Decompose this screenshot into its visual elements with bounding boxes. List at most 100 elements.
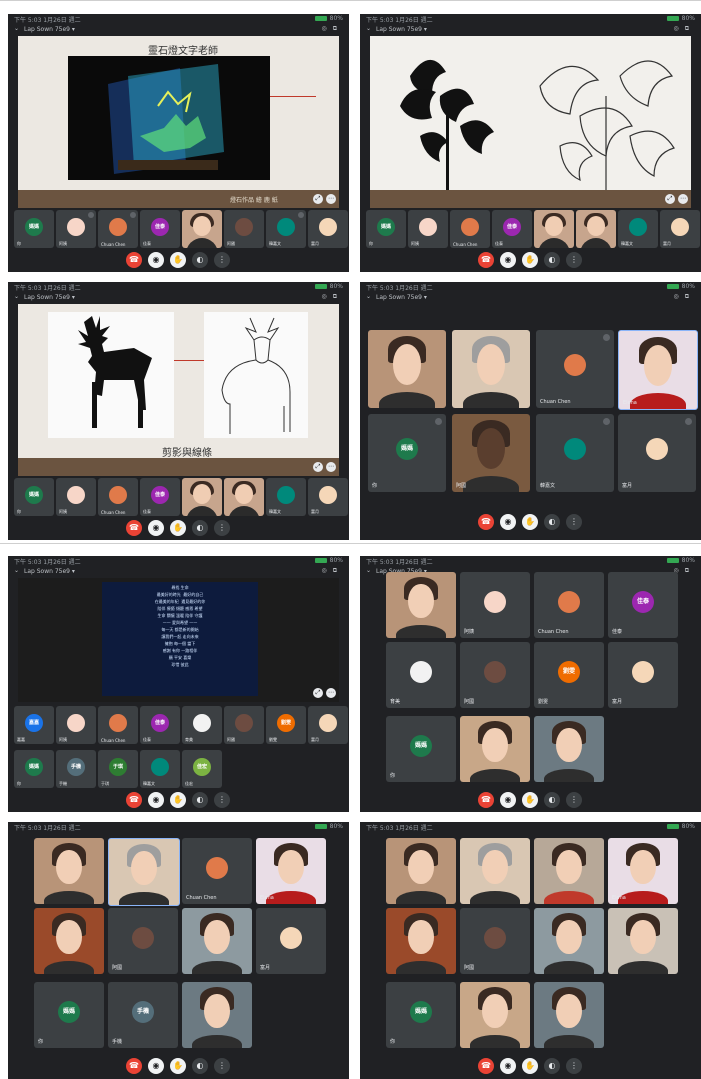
participant-tile[interactable]: 佳泰 佳泰 bbox=[492, 210, 532, 248]
participant-tile[interactable] bbox=[576, 210, 616, 248]
participant-tile[interactable]: 富月 bbox=[308, 210, 348, 248]
participant-tile[interactable]: 阿國 bbox=[452, 414, 530, 492]
meeting-title[interactable]: Lap Sown 75e9 ▾ bbox=[24, 294, 75, 301]
participant-tile[interactable]: 阿國 bbox=[108, 908, 178, 974]
participant-tile[interactable] bbox=[534, 908, 604, 974]
more-icon[interactable]: ⋯ bbox=[326, 462, 336, 472]
participant-tile[interactable]: 媽媽你 bbox=[386, 982, 456, 1048]
mic-button[interactable]: ◉ bbox=[500, 792, 516, 808]
participant-tile[interactable]: 阿國 bbox=[460, 908, 530, 974]
participant-tile[interactable]: 手機 手機 bbox=[56, 750, 96, 788]
more-options-button[interactable]: ⋮ bbox=[214, 792, 230, 808]
more-icon[interactable]: ⋯ bbox=[326, 688, 336, 698]
participant-tile[interactable]: 佳泰 佳泰 bbox=[140, 706, 180, 744]
participant-tile[interactable]: 育美 bbox=[386, 642, 456, 708]
participant-tile[interactable]: Chuan Chen bbox=[534, 572, 604, 638]
hand-raise-button[interactable]: ✋ bbox=[522, 252, 538, 268]
participant-tile[interactable]: 手機 手機 bbox=[108, 982, 178, 1048]
participant-tile[interactable] bbox=[182, 908, 252, 974]
mic-button[interactable]: ◉ bbox=[148, 520, 164, 536]
camera-button[interactable]: ◐ bbox=[544, 1058, 560, 1074]
participant-tile[interactable]: 于琪 于琪 bbox=[98, 750, 138, 788]
camera-button[interactable]: ◐ bbox=[192, 792, 208, 808]
participant-tile[interactable] bbox=[386, 572, 456, 638]
more-options-button[interactable]: ⋮ bbox=[566, 514, 582, 530]
mic-button[interactable]: ◉ bbox=[500, 252, 516, 268]
end-call-button[interactable]: ☎ bbox=[126, 252, 142, 268]
more-options-button[interactable]: ⋮ bbox=[214, 252, 230, 268]
participant-tile[interactable] bbox=[386, 838, 456, 904]
hand-raise-button[interactable]: ✋ bbox=[170, 252, 186, 268]
participant-tile[interactable]: 阿國 bbox=[224, 706, 264, 744]
more-options-button[interactable]: ⋮ bbox=[566, 252, 582, 268]
participant-tile[interactable]: Chuan Chen bbox=[98, 210, 138, 248]
hand-raise-button[interactable]: ✋ bbox=[522, 514, 538, 530]
participant-tile[interactable] bbox=[182, 210, 222, 248]
hand-raise-button[interactable]: ✋ bbox=[170, 520, 186, 536]
more-options-button[interactable]: ⋮ bbox=[214, 1058, 230, 1074]
end-call-button[interactable]: ☎ bbox=[478, 252, 494, 268]
participant-tile[interactable]: 富月 bbox=[660, 210, 700, 248]
participant-tile[interactable]: 韓嘉文 bbox=[536, 414, 614, 492]
camera-button[interactable]: ◐ bbox=[192, 252, 208, 268]
end-call-button[interactable]: ☎ bbox=[478, 792, 494, 808]
switch-camera-icon[interactable]: ◎⧉ bbox=[321, 25, 343, 33]
participant-tile[interactable]: 媽媽你 bbox=[14, 750, 54, 788]
participant-tile[interactable]: 阿姨 bbox=[408, 210, 448, 248]
mic-button[interactable]: ◉ bbox=[148, 252, 164, 268]
mic-button[interactable]: ◉ bbox=[148, 792, 164, 808]
participant-tile[interactable] bbox=[452, 330, 530, 408]
participant-tile[interactable] bbox=[460, 716, 530, 782]
participant-tile[interactable]: 韓嘉文 bbox=[266, 210, 306, 248]
participant-tile[interactable]: 阿姨 bbox=[56, 706, 96, 744]
participant-tile[interactable]: 富月 bbox=[256, 908, 326, 974]
participant-tile[interactable]: 阿姨 bbox=[56, 478, 96, 516]
participant-tile[interactable]: 媽媽你 bbox=[14, 210, 54, 248]
meeting-title[interactable]: Lap Sown 75e9 ▾ bbox=[24, 26, 75, 33]
chevron-down-icon[interactable]: ⌄ bbox=[14, 25, 19, 32]
end-call-button[interactable]: ☎ bbox=[478, 514, 494, 530]
participant-tile[interactable] bbox=[182, 478, 222, 516]
mic-button[interactable]: ◉ bbox=[148, 1058, 164, 1074]
participant-tile[interactable]: Chuan Chen bbox=[450, 210, 490, 248]
pin-icon[interactable]: ⤢ bbox=[313, 462, 323, 472]
chevron-down-icon[interactable]: ⌄ bbox=[14, 567, 19, 574]
participant-tile[interactable] bbox=[368, 330, 446, 408]
participant-tile[interactable]: Elena bbox=[608, 838, 678, 904]
switch-camera-icon[interactable]: ◎⧉ bbox=[673, 25, 695, 33]
more-options-button[interactable]: ⋮ bbox=[566, 1058, 582, 1074]
participant-tile[interactable] bbox=[534, 716, 604, 782]
participant-tile[interactable] bbox=[608, 908, 678, 974]
participant-tile[interactable] bbox=[34, 908, 104, 974]
participant-tile[interactable]: 佳宏 佳宏 bbox=[182, 750, 222, 788]
camera-button[interactable]: ◐ bbox=[544, 514, 560, 530]
participant-tile[interactable]: Elena bbox=[618, 330, 698, 410]
participant-tile[interactable]: 富月 bbox=[308, 478, 348, 516]
participant-tile[interactable]: 富月 bbox=[308, 706, 348, 744]
participant-tile[interactable]: 劉雯 劉雯 bbox=[266, 706, 306, 744]
hand-raise-button[interactable]: ✋ bbox=[522, 792, 538, 808]
chevron-down-icon[interactable]: ⌄ bbox=[366, 293, 371, 300]
participant-tile[interactable]: 韓嘉文 bbox=[140, 750, 180, 788]
participant-tile[interactable]: 富月 bbox=[608, 642, 678, 708]
participant-tile[interactable] bbox=[534, 210, 574, 248]
mic-button[interactable]: ◉ bbox=[500, 514, 516, 530]
participant-tile[interactable]: Chuan Chen bbox=[98, 706, 138, 744]
more-icon[interactable]: ⋯ bbox=[326, 194, 336, 204]
participant-tile[interactable]: Chuan Chen bbox=[98, 478, 138, 516]
participant-tile[interactable]: 媽媽你 bbox=[34, 982, 104, 1048]
chevron-down-icon[interactable]: ⌄ bbox=[366, 25, 371, 32]
participant-tile[interactable] bbox=[534, 838, 604, 904]
participant-tile[interactable] bbox=[224, 478, 264, 516]
mic-button[interactable]: ◉ bbox=[500, 1058, 516, 1074]
participant-tile[interactable]: 佳泰 佳泰 bbox=[608, 572, 678, 638]
participant-tile[interactable]: 韓嘉文 bbox=[266, 478, 306, 516]
pin-icon[interactable]: ⤢ bbox=[313, 194, 323, 204]
participant-tile[interactable]: 阿國 bbox=[460, 642, 530, 708]
participant-tile[interactable] bbox=[108, 838, 180, 906]
camera-button[interactable]: ◐ bbox=[192, 520, 208, 536]
participant-tile[interactable]: Chuan Chen bbox=[536, 330, 614, 408]
pin-icon[interactable]: ⤢ bbox=[313, 688, 323, 698]
more-options-button[interactable]: ⋮ bbox=[214, 520, 230, 536]
participant-tile[interactable]: Chuan Chen bbox=[182, 838, 252, 904]
